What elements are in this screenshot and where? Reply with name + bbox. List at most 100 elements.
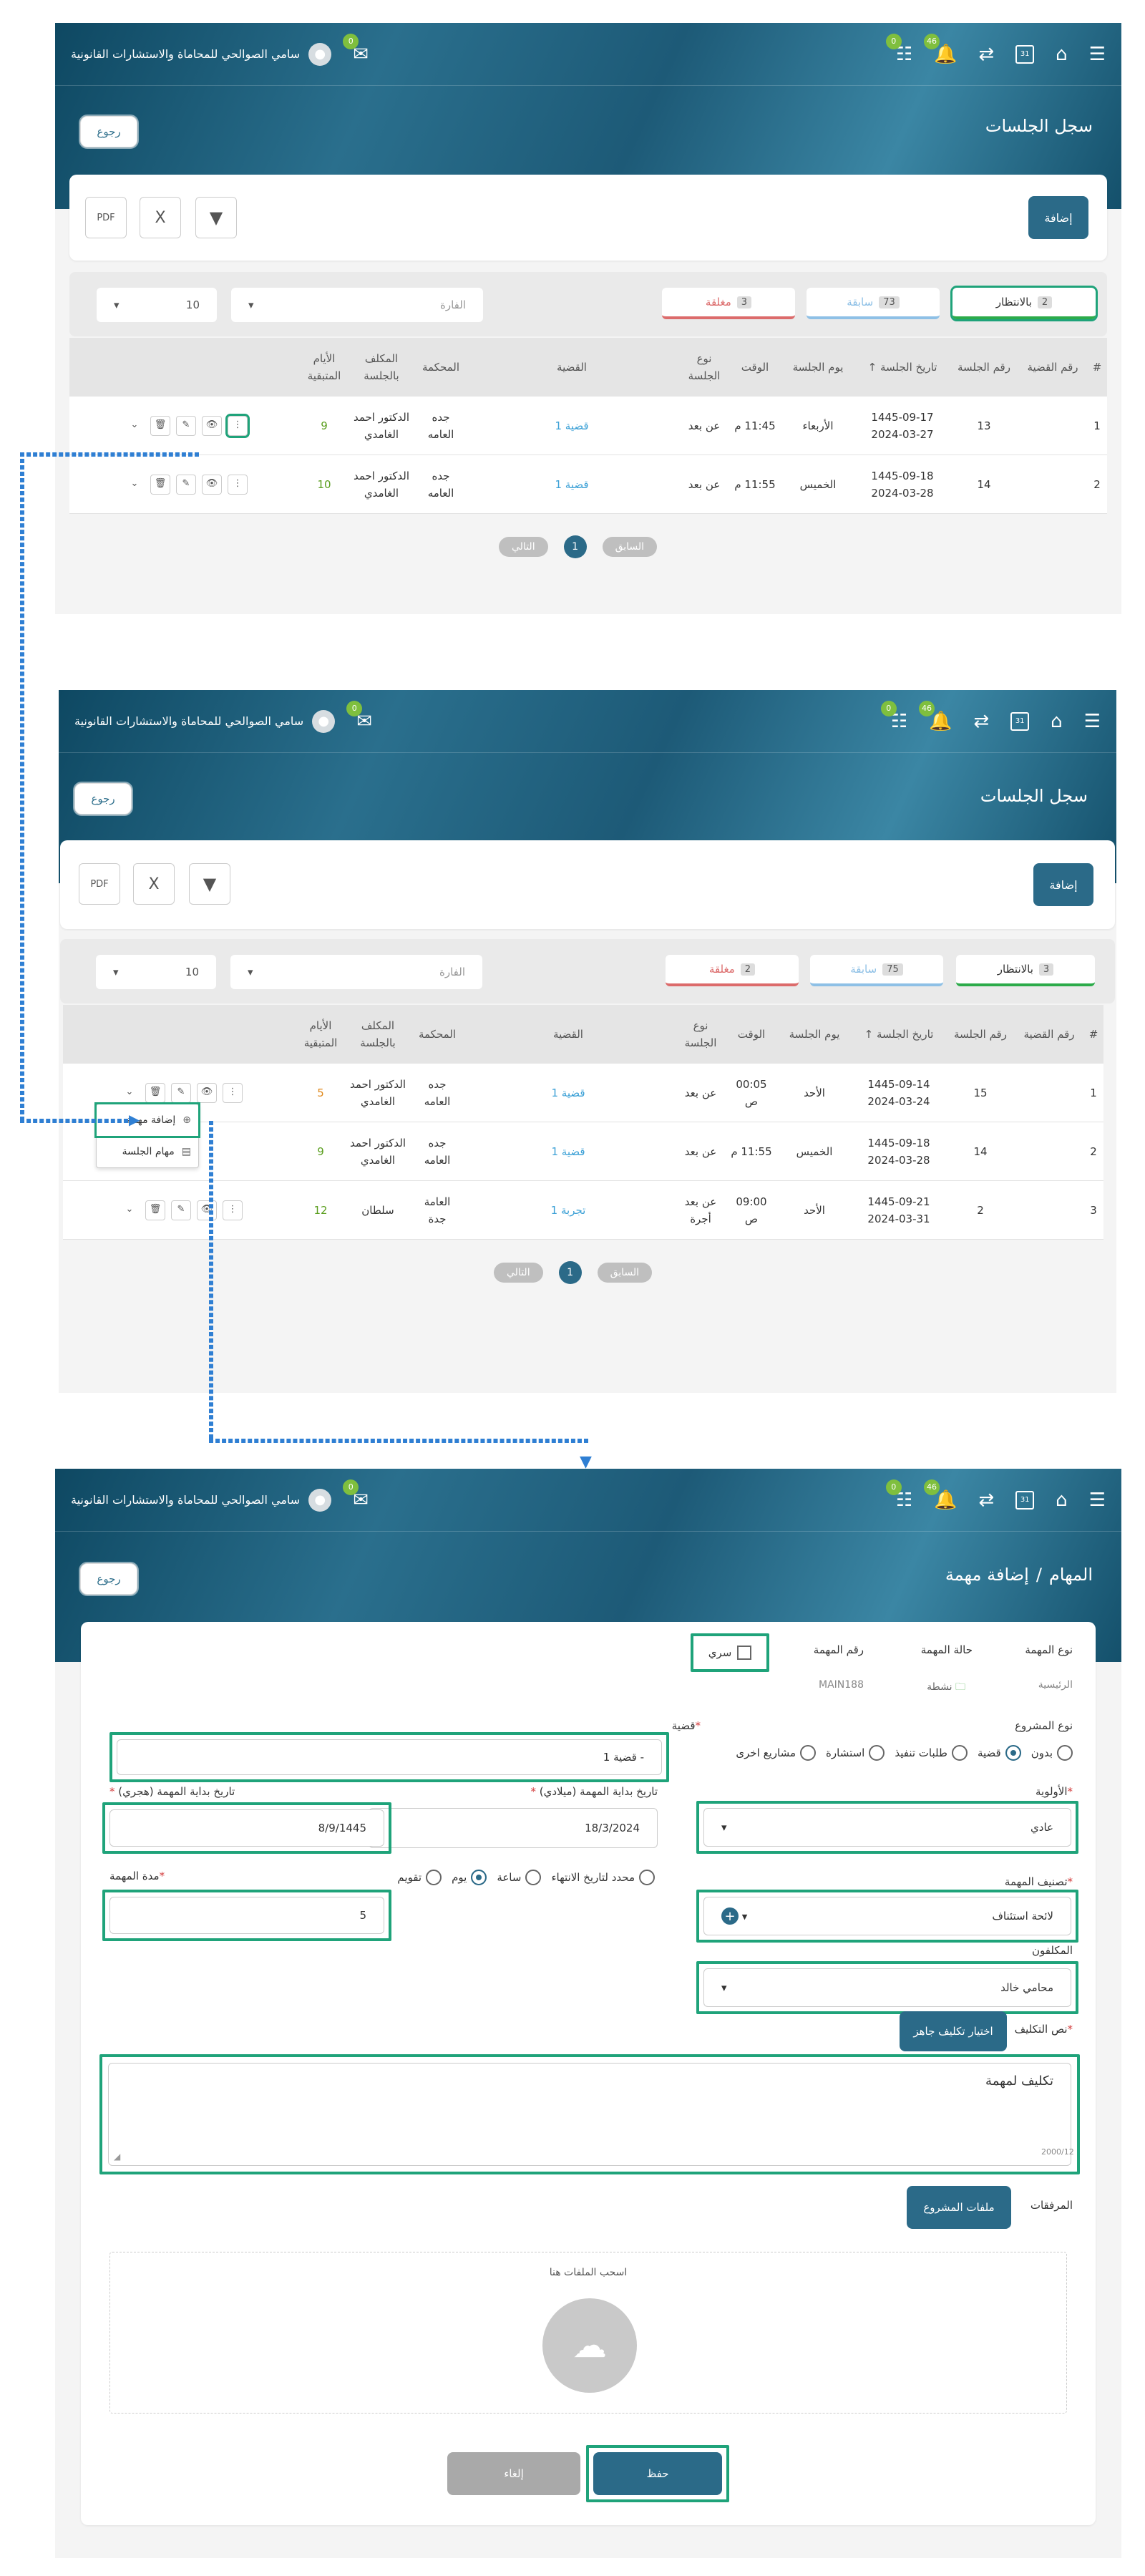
home-icon[interactable]: ⌂: [1056, 45, 1068, 64]
tab-previous[interactable]: سابقة 75: [810, 955, 943, 986]
calendar-icon[interactable]: 31: [1015, 1490, 1035, 1510]
priority-select[interactable]: عادي ▾: [703, 1808, 1071, 1847]
pdf-export-button[interactable]: PDF: [85, 197, 127, 238]
pdf-export-button[interactable]: PDF: [79, 863, 120, 905]
excel-export-button[interactable]: X: [133, 863, 175, 905]
more-options-icon[interactable]: ⋮: [223, 1200, 243, 1220]
bell-icon[interactable]: 🔔 46: [924, 33, 957, 64]
chat-icon[interactable]: ☷ 0: [885, 1479, 912, 1510]
resize-handle-icon[interactable]: ◢: [114, 2152, 120, 2162]
filter-button[interactable]: ▼: [189, 863, 230, 905]
case-link[interactable]: قضية 1: [461, 1143, 676, 1160]
add-circle-icon[interactable]: +: [721, 1907, 739, 1925]
case-input[interactable]: - قضية 1: [117, 1739, 662, 1775]
filter-button[interactable]: ▼: [195, 197, 237, 238]
tab-closed[interactable]: مغلقة 2: [666, 955, 799, 986]
page-size-select[interactable]: 10 ▾: [97, 288, 217, 322]
tab-closed[interactable]: مغلقة 3: [662, 288, 795, 319]
more-options-icon[interactable]: ⋮: [228, 474, 248, 495]
message-icon[interactable]: ✉ 0: [343, 33, 369, 64]
tab-previous[interactable]: سابقة 73: [807, 288, 940, 319]
case-link[interactable]: قضية 1: [461, 1084, 676, 1102]
calendar-icon[interactable]: 31: [1015, 44, 1035, 64]
next-page-button[interactable]: التالي: [494, 1263, 543, 1283]
chevron-down-icon[interactable]: ⌄: [120, 1200, 140, 1220]
edit-icon[interactable]: ✎: [171, 1082, 191, 1103]
radio-other[interactable]: مشاريع اخرى: [736, 1745, 817, 1761]
empty-filter-select[interactable]: الفارة ▾: [230, 955, 482, 989]
home-icon[interactable]: ⌂: [1051, 712, 1063, 731]
delete-icon[interactable]: 🗑: [145, 1200, 165, 1220]
hamburger-icon[interactable]: ☰: [1084, 712, 1101, 731]
empty-filter-select[interactable]: الفارة ▾: [231, 288, 483, 322]
toggle-icon[interactable]: ⇄: [978, 45, 994, 64]
message-icon[interactable]: ✉ 0: [343, 1479, 369, 1510]
calendar-icon[interactable]: 31: [1010, 711, 1030, 731]
start-date-gregorian-input[interactable]: 18/3/2024: [369, 1808, 658, 1848]
back-button[interactable]: رجوع: [80, 1563, 137, 1595]
edit-icon[interactable]: ✎: [176, 415, 196, 436]
cancel-button[interactable]: إلغاء: [447, 2452, 580, 2495]
hamburger-icon[interactable]: ☰: [1089, 45, 1106, 64]
delete-icon[interactable]: 🗑: [150, 474, 170, 495]
start-date-hijri-input[interactable]: 8/9/1445: [109, 1809, 384, 1847]
user-menu[interactable]: ● سامي الصوالحي للمحاماة والاستشارات القا…: [74, 709, 336, 733]
chat-icon[interactable]: ☷ 0: [880, 700, 907, 731]
radio-case[interactable]: قضية: [978, 1745, 1021, 1761]
assignees-select[interactable]: محامي خالد ▾: [703, 1968, 1071, 2007]
view-icon[interactable]: 👁: [197, 1200, 217, 1220]
add-button[interactable]: إضافة: [1033, 863, 1093, 906]
prev-page-button[interactable]: السابق: [597, 1263, 653, 1283]
edit-icon[interactable]: ✎: [171, 1200, 191, 1220]
duration-input[interactable]: 5: [109, 1897, 384, 1934]
breadcrumb-root[interactable]: المهام: [1049, 1565, 1093, 1585]
radio-execution[interactable]: طلبات تنفيذ: [895, 1745, 968, 1761]
radio-hour[interactable]: ساعة: [497, 1870, 542, 1885]
user-menu[interactable]: ● سامي الصوالحي للمحاماة والاستشارات القا…: [71, 42, 332, 66]
toggle-icon[interactable]: ⇄: [978, 1491, 994, 1510]
secret-checkbox[interactable]: سري: [691, 1633, 769, 1672]
tab-pending[interactable]: بالانتظار 2: [950, 286, 1098, 321]
case-link[interactable]: قضية 1: [464, 476, 679, 493]
toggle-icon[interactable]: ⇄: [973, 712, 989, 731]
session-tasks-menu-item[interactable]: ▤ مهام الجلسة: [97, 1136, 198, 1167]
back-button[interactable]: رجوع: [74, 783, 132, 815]
case-link[interactable]: تجربة 1: [461, 1202, 676, 1219]
radio-calendar[interactable]: تقويم: [397, 1870, 442, 1885]
col-date[interactable]: تاريخ الجلسة ↑: [855, 359, 950, 376]
save-button[interactable]: حفظ: [593, 2452, 722, 2495]
prev-page-button[interactable]: السابق: [602, 537, 658, 557]
hamburger-icon[interactable]: ☰: [1089, 1491, 1106, 1510]
chevron-down-icon[interactable]: ⌄: [125, 474, 145, 495]
assignment-textarea[interactable]: تكليف لمهمة: [108, 2063, 1071, 2166]
more-options-icon[interactable]: ⋮: [223, 1082, 243, 1103]
more-options-icon[interactable]: ⋮: [225, 413, 250, 438]
category-select[interactable]: لائحة استئناف ▾ +: [703, 1897, 1071, 1935]
file-drop-zone[interactable]: اسحب الملفات هنا ☁: [109, 2252, 1067, 2414]
case-link[interactable]: قضية 1: [464, 417, 679, 434]
tab-pending[interactable]: بالانتظار 3: [956, 955, 1095, 986]
bell-icon[interactable]: 🔔 46: [924, 1479, 957, 1510]
message-icon[interactable]: ✉ 0: [346, 700, 372, 731]
bell-icon[interactable]: 🔔 46: [919, 700, 952, 731]
delete-icon[interactable]: 🗑: [150, 415, 170, 436]
excel-export-button[interactable]: X: [140, 197, 181, 238]
view-icon[interactable]: 👁: [197, 1082, 217, 1103]
user-menu[interactable]: ● سامي الصوالحي للمحاماة والاستشارات القا…: [71, 1488, 332, 1512]
current-page[interactable]: 1: [563, 535, 587, 558]
view-icon[interactable]: 👁: [202, 415, 222, 436]
page-size-select[interactable]: 10 ▾: [96, 955, 216, 989]
radio-none[interactable]: بدون: [1031, 1745, 1073, 1761]
back-button[interactable]: رجوع: [80, 116, 137, 147]
chat-icon[interactable]: ☷ 0: [885, 33, 912, 64]
chevron-down-icon[interactable]: ⌄: [120, 1082, 140, 1103]
col-date[interactable]: تاريخ الجلسة ↑: [852, 1026, 946, 1043]
current-page[interactable]: 1: [558, 1261, 582, 1284]
home-icon[interactable]: ⌂: [1056, 1491, 1068, 1510]
chevron-down-icon[interactable]: ⌄: [125, 415, 145, 436]
project-files-button[interactable]: ملفات المشروع: [907, 2186, 1011, 2229]
add-button[interactable]: إضافة: [1028, 196, 1088, 239]
ready-assignment-button[interactable]: اختيار تكليف جاهز: [900, 2011, 1007, 2051]
edit-icon[interactable]: ✎: [176, 474, 196, 495]
radio-end-date[interactable]: محدد لتاريخ الانتهاء: [551, 1870, 655, 1885]
